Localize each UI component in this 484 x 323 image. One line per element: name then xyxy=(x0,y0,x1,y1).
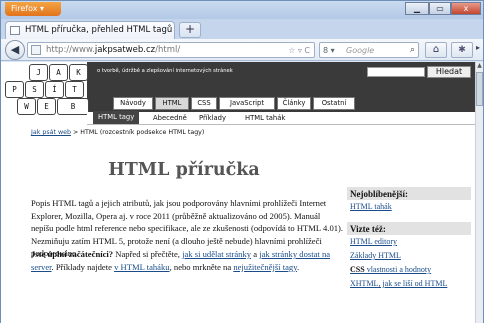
url-text[interactable]: http://www.jakpsatweb.cz/html/ xyxy=(46,44,180,57)
sidebar-link-css-vlastnosti[interactable]: CSS vlastnosti a hodnoty xyxy=(347,263,471,277)
link-v-html-tahaku[interactable]: v HTML taháku xyxy=(114,262,170,272)
site-search-input[interactable] xyxy=(367,67,425,77)
breadcrumb: Jak psát web > HTML (rozcestník podsekce… xyxy=(31,129,204,136)
logo-key-a[interactable]: A xyxy=(49,64,68,81)
tab-html-prirucka[interactable]: HTML příručka, přehled HTML tagů xyxy=(5,21,175,39)
header-divider xyxy=(87,124,475,125)
beginner-text: , nebo mrkněte na xyxy=(169,261,234,272)
logo-key-b[interactable]: B xyxy=(57,98,89,115)
logo-key-i[interactable]: Í xyxy=(45,81,64,98)
site-identity-icon[interactable] xyxy=(31,45,41,55)
beginner-text: Napřed si přečtěte, xyxy=(113,249,183,259)
tab-title: HTML příručka, přehled HTML tagů xyxy=(25,25,173,35)
breadcrumb-note: (rozcestník podsekce HTML tagy) xyxy=(97,129,205,136)
css-bold-label: CSS xyxy=(350,265,365,274)
logo-key-t[interactable]: T xyxy=(65,81,84,98)
menu-html[interactable]: HTML xyxy=(155,97,189,110)
sidebar-link-html-editory[interactable]: HTML editory xyxy=(347,235,471,249)
url-domain: jakpsatweb.cz xyxy=(94,45,156,55)
home-icon: ⌂ xyxy=(432,44,440,55)
menu-ostatni[interactable]: Ostatní xyxy=(313,97,355,110)
page-viewport: o tvorbě, údržbě a zlepšování internetov… xyxy=(1,62,475,323)
puzzle-icon: ✱ xyxy=(458,45,466,55)
url-prefix: http://www. xyxy=(46,45,95,55)
scrollbar-thumb[interactable] xyxy=(476,72,483,106)
toolbar-overflow-icon[interactable]: ▸ xyxy=(476,43,480,52)
scroll-up-arrow-icon[interactable]: ▲ xyxy=(476,62,483,70)
url-path: /html/ xyxy=(155,45,181,55)
sidebar-see-also-heading: Vizte též: xyxy=(347,222,471,235)
logo-key-s[interactable]: S xyxy=(25,81,44,98)
beginner-lead: Jste úplní začátečníci? xyxy=(31,249,114,259)
logo-key-j[interactable]: J xyxy=(29,64,48,81)
tab-strip: HTML příručka, přehled HTML tagů + xyxy=(1,19,483,39)
menu-css[interactable]: CSS xyxy=(191,97,217,110)
breadcrumb-link-jak-psat-web[interactable]: Jak psát web xyxy=(31,129,71,136)
bookmark-star-icon[interactable]: ☆ xyxy=(288,46,295,55)
subnav-html-tagy[interactable]: HTML tagy xyxy=(93,111,140,124)
firefox-menu-button[interactable]: Firefox ▾ xyxy=(5,2,61,16)
beginner-text: a xyxy=(251,249,260,259)
breadcrumb-separator: > xyxy=(71,129,81,136)
reload-icon[interactable]: C xyxy=(304,46,310,55)
menu-javascript[interactable]: JavaScript xyxy=(219,97,275,110)
sidebar-popular-heading: Nejoblíbenější: xyxy=(347,187,471,200)
addons-button[interactable]: ✱ xyxy=(451,42,473,58)
page-favicon-icon xyxy=(10,26,20,35)
site-header: o tvorbě, údržbě a zlepšování internetov… xyxy=(1,62,475,128)
url-bar[interactable]: http://www.jakpsatweb.cz/html/ ☆ ▿ C xyxy=(27,42,315,58)
logo-key-w[interactable]: W xyxy=(17,98,36,115)
search-placeholder: Google xyxy=(346,46,375,55)
logo-key-p[interactable]: P xyxy=(5,81,24,98)
vertical-scrollbar[interactable]: ▲ xyxy=(475,62,483,323)
beginner-text: . xyxy=(296,261,300,272)
browser-window: Firefox ▾ ▁ ▭ x HTML příručka, přehled H… xyxy=(0,0,484,323)
site-tagline: o tvorbě, údržbě a zlepšování internetov… xyxy=(97,68,233,74)
sidebar-link-xhtml[interactable]: XHTML, jak se liší od HTML xyxy=(347,277,471,291)
link-jak-si-udelat-stranky[interactable]: jak si udělat stránky xyxy=(182,249,251,259)
back-arrow-icon: ◀ xyxy=(10,43,20,56)
back-button[interactable]: ◀ xyxy=(5,40,25,60)
search-box[interactable]: 8 ▾ Google ⌕ xyxy=(319,42,419,58)
minimize-button[interactable]: ▁ xyxy=(405,2,429,15)
menu-navody[interactable]: Návody xyxy=(113,97,153,110)
history-dropdown-icon[interactable]: ▿ xyxy=(298,46,302,55)
navigation-bar: ◀ http://www.jakpsatweb.cz/html/ ☆ ▿ C 8… xyxy=(1,39,483,61)
site-search-button[interactable]: Hledat xyxy=(427,66,471,78)
close-button[interactable]: x xyxy=(451,2,481,15)
css-rest-label: vlastnosti a hodnoty xyxy=(364,265,432,274)
sidebar-link-html-tahak[interactable]: HTML tahák xyxy=(347,200,471,214)
subnav-priklady[interactable]: Příklady xyxy=(199,113,226,123)
home-button[interactable]: ⌂ xyxy=(425,42,447,58)
title-bar: Firefox ▾ ▁ ▭ x xyxy=(1,1,483,19)
logo-key-e[interactable]: E xyxy=(37,98,56,115)
maximize-button[interactable]: ▭ xyxy=(429,2,451,15)
new-tab-button[interactable]: + xyxy=(179,22,201,38)
sidebar: Nejoblíbenější: HTML tahák Vizte též: HT… xyxy=(347,187,471,291)
beginner-text: . Příklady najdete xyxy=(51,261,115,272)
subnav-abecedne[interactable]: Abecedně xyxy=(153,113,187,123)
subnav-html-tahak[interactable]: HTML tahák xyxy=(245,113,285,123)
link-nejuzitecnejsi-tagy[interactable]: nejužitečnější tagy xyxy=(233,262,297,272)
breadcrumb-current: HTML xyxy=(80,129,98,136)
sidebar-link-zaklady-html[interactable]: Základy HTML xyxy=(347,249,471,263)
sub-navigation: HTML tagy Abecedně Příklady HTML tahák xyxy=(87,111,475,124)
logo-key-k[interactable]: K xyxy=(69,64,88,81)
beginner-paragraph: Jste úplní začátečníci? Napřed si přečtě… xyxy=(31,248,344,273)
page-title: HTML příručka xyxy=(108,160,260,180)
menu-clanky[interactable]: Články xyxy=(277,97,311,110)
search-engine-selector[interactable]: 8 ▾ xyxy=(323,44,335,57)
url-bar-icons[interactable]: ☆ ▿ C xyxy=(288,44,310,57)
search-magnifier-icon[interactable]: ⌕ xyxy=(410,44,415,57)
